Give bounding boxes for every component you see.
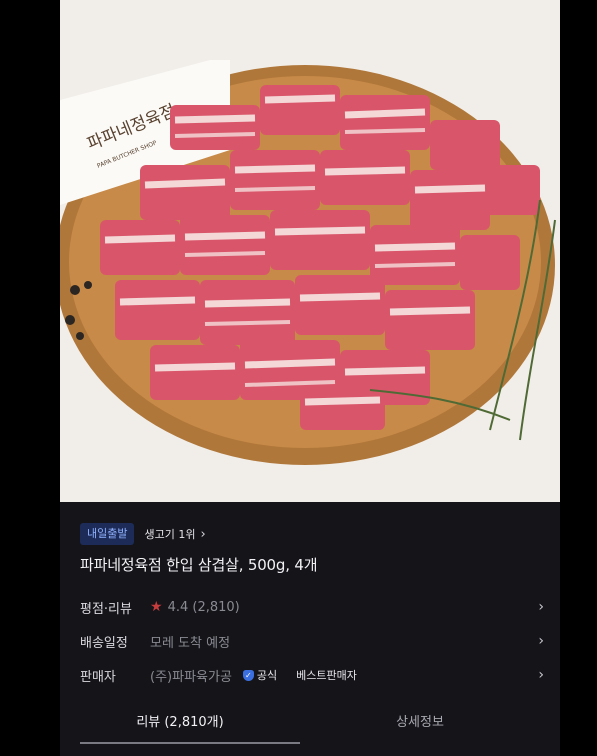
product-panel: 파파네정육점 PAPA BUTCHER SHOP 내일출발 생고기 1위 › 파… xyxy=(60,0,560,756)
chevron-right-icon: › xyxy=(200,526,206,542)
product-image[interactable]: 파파네정육점 PAPA BUTCHER SHOP xyxy=(60,0,560,502)
seller-row[interactable]: 판매자 (주)파파육가공 ✓ 공식 베스트판매자 › xyxy=(80,662,544,688)
shipping-badge: 내일출발 xyxy=(80,523,135,545)
rating-row[interactable]: 평점·리뷰 ★ 4.4 (2,810) › xyxy=(80,594,544,620)
category-rank-label: 생고기 1위 xyxy=(144,528,196,541)
seller-label: 판매자 xyxy=(80,669,116,685)
badge-row: 내일출발 생고기 1위 › xyxy=(80,522,206,546)
pork-belly-photo: 파파네정육점 PAPA BUTCHER SHOP xyxy=(60,0,560,502)
product-title: 파파네정육점 한입 삼겹살, 500g, 4개 xyxy=(80,556,318,574)
tab-details[interactable]: 상세정보 xyxy=(300,697,540,743)
product-info: 내일출발 생고기 1위 › 파파네정육점 한입 삼겹살, 500g, 4개 평점… xyxy=(60,502,560,756)
official-label: 공식 xyxy=(256,669,278,682)
best-seller-badge: 베스트판매자 xyxy=(296,669,357,682)
chevron-right-icon: › xyxy=(538,633,544,649)
rating-value: 4.4 (2,810) xyxy=(167,599,240,615)
seller-name: (주)파파육가공 xyxy=(150,669,232,685)
shipping-value: 모레 도착 예정 xyxy=(150,635,231,651)
detail-tabs: 리뷰 (2,810개) 상세정보 xyxy=(60,697,560,756)
rating-label: 평점·리뷰 xyxy=(80,601,132,617)
chevron-right-icon: › xyxy=(538,667,544,683)
category-rank-link[interactable]: 생고기 1위 › xyxy=(144,526,205,542)
tab-reviews[interactable]: 리뷰 (2,810개) xyxy=(60,697,300,743)
active-tab-indicator xyxy=(80,742,300,744)
star-icon: ★ xyxy=(150,599,163,615)
official-badge: ✓ 공식 xyxy=(242,667,278,683)
chevron-right-icon: › xyxy=(538,599,544,615)
shipping-row[interactable]: 배송일정 모레 도착 예정 › xyxy=(80,628,544,654)
shield-check-icon: ✓ xyxy=(242,669,254,681)
shipping-label: 배송일정 xyxy=(80,635,128,651)
